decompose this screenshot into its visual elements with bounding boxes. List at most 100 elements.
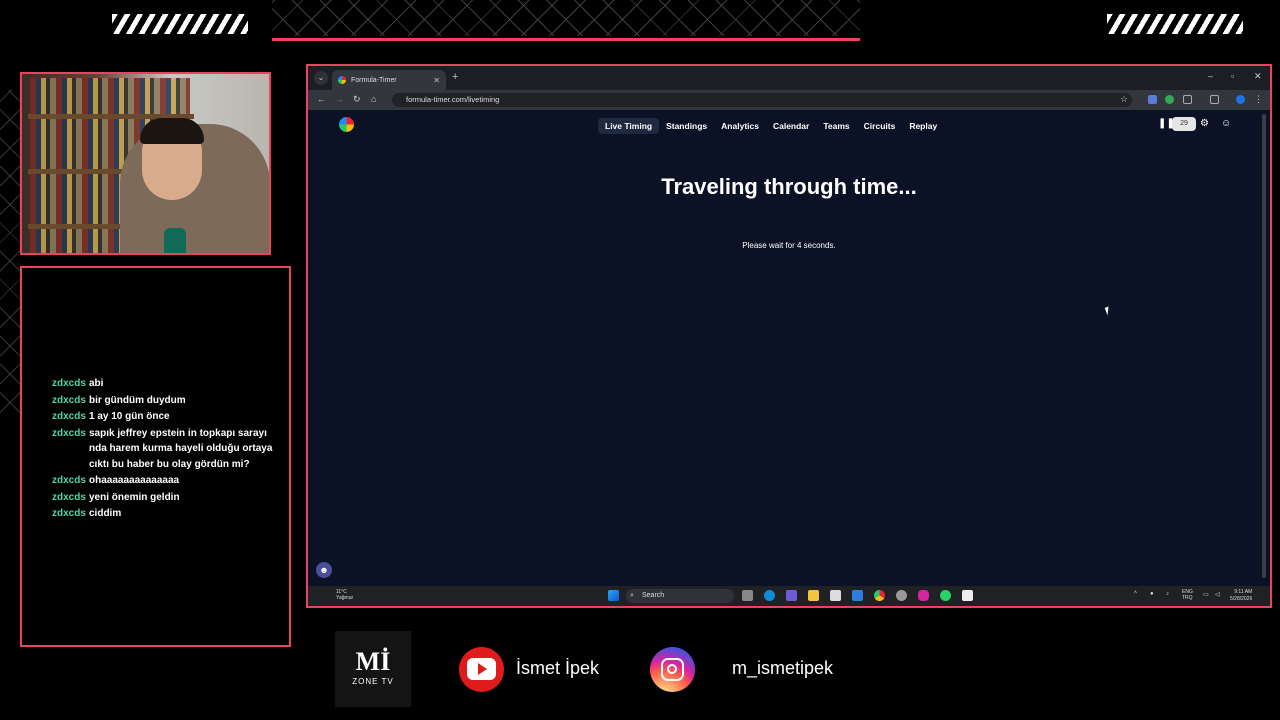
extensions-puzzle-icon[interactable]	[1183, 95, 1192, 104]
logo-subtext: ZONE TV	[352, 677, 394, 686]
decorative-net	[272, 0, 860, 36]
nav-teams[interactable]: Teams	[816, 118, 856, 134]
chat-message: zdxcds bir gündüm duydum	[52, 393, 284, 409]
chat-username: zdxcds	[52, 475, 86, 486]
chat-message: zdxcds sapık jeffrey epstein in topkapı s…	[52, 426, 284, 473]
browser-window: ⌄ Formula-Timer ✕ + – ▫ ✕ ← → ↻ ⌂ formul…	[306, 64, 1272, 608]
chat-message: zdxcds abi	[52, 376, 284, 392]
chat-text: 1 ay 10 gün önce	[89, 411, 170, 422]
mail-icon[interactable]	[852, 590, 863, 601]
channel-logo: Mİ ZONE TV	[335, 631, 411, 707]
close-tab-icon[interactable]: ✕	[433, 76, 440, 85]
volume-icon[interactable]: ◁	[1215, 591, 1220, 598]
youtube-channel-name: İsmet İpek	[516, 658, 600, 678]
cookie-settings-icon[interactable]: ☻	[316, 562, 332, 578]
forward-icon[interactable]: →	[335, 94, 344, 104]
favicon-icon	[338, 76, 346, 84]
nav-analytics[interactable]: Analytics	[714, 118, 766, 134]
new-tab-button[interactable]: +	[452, 71, 458, 83]
language-indicator[interactable]: ENG TRQ	[1182, 589, 1193, 601]
page-heading: Traveling through time...	[661, 174, 917, 199]
site-nav: Live Timing Standings Analytics Calendar…	[598, 118, 944, 134]
instagram-icon	[650, 647, 695, 692]
nav-standings[interactable]: Standings	[659, 118, 714, 134]
delay-input[interactable]: 29	[1172, 117, 1196, 131]
taskbar-search[interactable]: ⌕ Search	[626, 589, 734, 603]
tab-search-button[interactable]: ⌄	[314, 71, 328, 85]
whatsapp-icon[interactable]	[940, 590, 951, 601]
streamer-hair	[140, 118, 204, 144]
tray-overflow-icon[interactable]: ^	[1134, 591, 1137, 597]
extension-icon[interactable]	[1165, 95, 1174, 104]
nav-live-timing[interactable]: Live Timing	[598, 118, 660, 134]
home-icon[interactable]: ⌂	[371, 94, 376, 104]
profile-sync-icon[interactable]	[1210, 95, 1219, 104]
chrome-icon[interactable]	[874, 590, 885, 601]
microphone	[164, 228, 186, 253]
site-logo-icon[interactable]	[339, 117, 354, 132]
youtube-icon	[459, 647, 504, 692]
wait-message: Please wait for 4 seconds.	[742, 241, 836, 250]
weather-widget[interactable]: 11°C Yağmur	[320, 589, 353, 601]
instagram-camera-icon	[661, 658, 684, 681]
chat-text: bir gündüm duydum	[89, 394, 186, 406]
chat-text: sapık jeffrey epstein in topkapı sarayı …	[89, 427, 273, 470]
chat-username: zdxcds	[52, 411, 86, 422]
network-icon[interactable]: ▭	[1203, 591, 1209, 598]
chat-message: zdxcds 1 ay 10 gün önce	[52, 409, 284, 425]
instagram-app-icon[interactable]	[918, 590, 929, 601]
browser-tab[interactable]: Formula-Timer ✕	[332, 70, 446, 90]
decorative-stripes-right	[1107, 14, 1243, 34]
settings-gear-icon[interactable]: ⚙	[1200, 118, 1209, 129]
back-icon[interactable]: ←	[317, 94, 326, 104]
chat-username: zdxcds	[52, 508, 86, 519]
task-view-icon[interactable]	[742, 590, 753, 601]
chat-message: zdxcds ciddim	[52, 506, 284, 522]
weather-condition: Yağmur	[336, 595, 354, 601]
webcam-feed	[20, 72, 271, 255]
decorative-stripes-left	[112, 14, 248, 34]
file-explorer-icon[interactable]	[808, 590, 819, 601]
microphone-icon[interactable]: ♪	[1166, 591, 1169, 597]
edge-icon[interactable]	[764, 590, 775, 601]
chat-text: yeni önemin geldin	[89, 491, 180, 503]
instagram-handle: m_ismetipek	[732, 658, 834, 678]
site-page: Live Timing Standings Analytics Calendar…	[308, 110, 1270, 586]
chat-username: zdxcds	[52, 394, 86, 406]
decorative-side-net	[0, 90, 20, 420]
chat-message: zdxcds yeni önemin geldin	[52, 490, 284, 506]
reload-icon[interactable]: ↻	[353, 94, 361, 105]
maximize-icon[interactable]: ▫	[1231, 71, 1234, 81]
search-label: Search	[642, 592, 665, 599]
browser-menu-icon[interactable]: ⋮	[1254, 94, 1263, 105]
scrollbar[interactable]	[1262, 114, 1266, 578]
chat-message: zdxcds ohaaaaaaaaaaaaaa	[52, 473, 284, 489]
store-icon[interactable]	[830, 590, 841, 601]
capcut-icon[interactable]	[962, 590, 973, 601]
tab-bar: ⌄ Formula-Timer ✕ + – ▫ ✕	[308, 66, 1270, 90]
tab-title: Formula-Timer	[351, 76, 397, 84]
mouse-cursor-icon	[1104, 306, 1112, 316]
clock-date: 5/28/2026	[1230, 596, 1253, 602]
url-field[interactable]: formula-timer.com/livetiming	[392, 93, 1132, 107]
user-icon[interactable]: ☺	[1221, 118, 1231, 129]
chat-username: zdxcds	[52, 427, 86, 439]
nav-circuits[interactable]: Circuits	[857, 118, 903, 134]
nav-replay[interactable]: Replay	[902, 118, 944, 134]
extension-icon[interactable]	[1148, 95, 1157, 104]
chat-panel: zdxcds abi zdxcds bir gündüm duydum zdxcds…	[20, 266, 291, 647]
nav-calendar[interactable]: Calendar	[766, 118, 816, 134]
logo-text: Mİ	[355, 647, 391, 676]
youtube-play-icon	[467, 658, 496, 680]
app-icon[interactable]	[896, 590, 907, 601]
windows-start-icon[interactable]	[608, 590, 619, 601]
bookmark-star-icon[interactable]: ☆	[1120, 94, 1128, 105]
tray-app-icon[interactable]: ●	[1150, 591, 1154, 597]
taskbar-clock[interactable]: 9:11 AM 5/28/2026	[1230, 589, 1252, 603]
chat-list: zdxcds abi zdxcds bir gündüm duydum zdxcds…	[52, 376, 284, 523]
minimize-icon[interactable]: –	[1208, 71, 1213, 81]
profile-avatar-icon[interactable]	[1236, 95, 1245, 104]
copilot-icon[interactable]	[786, 590, 797, 601]
address-bar: ← → ↻ ⌂ formula-timer.com/livetiming ☆ ⋮	[308, 90, 1270, 110]
close-window-icon[interactable]: ✕	[1254, 71, 1262, 82]
